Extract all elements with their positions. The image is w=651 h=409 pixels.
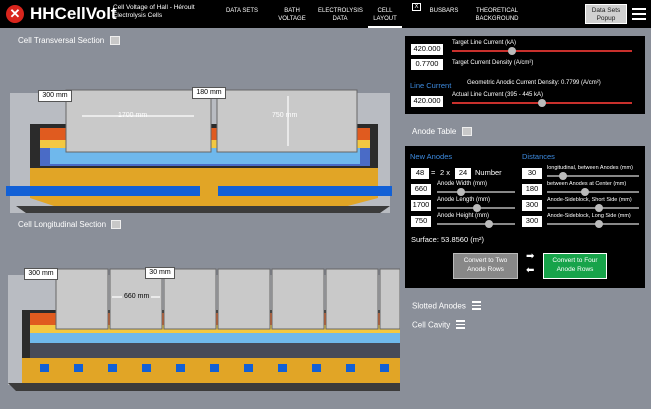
anode-length-label: Anode Length (mm) (437, 197, 491, 203)
slider-knob[interactable] (559, 172, 567, 180)
slider-knob[interactable] (508, 47, 516, 55)
anode-table-title: Anode Table (412, 127, 457, 136)
convert-four-rows-button[interactable]: Convert to Four Anode Rows (543, 253, 607, 279)
tab-data-sets[interactable]: DATA SETS (222, 4, 262, 28)
dist-longitudinal-slider[interactable] (547, 172, 639, 180)
current-density-input[interactable]: 0.7700 (411, 59, 443, 70)
line-current-slider[interactable] (452, 47, 632, 55)
slider-knob[interactable] (473, 204, 481, 212)
line-current-input[interactable]: 420.000 (411, 44, 443, 55)
data-sets-popup-button[interactable]: Data Sets Popup (585, 4, 627, 24)
anode-length-input[interactable]: 1700 (411, 200, 431, 211)
dist-center-label: between Anodes at Center (mm) (547, 181, 627, 187)
top-bar: ✕ HHCellVolt Cell Voltage of Hall - Héro… (0, 0, 651, 28)
list-icon[interactable] (472, 301, 482, 312)
cell-cavity-item[interactable]: Cell Cavity (412, 320, 466, 331)
dist-long-side-input[interactable]: 300 (522, 216, 542, 227)
anode-count-per-row[interactable]: 24 (455, 168, 471, 179)
convert-two-rows-button[interactable]: Convert to Two Anode Rows (453, 253, 518, 279)
slider-knob[interactable] (538, 99, 546, 107)
table-icon[interactable] (109, 36, 120, 46)
actual-current-slider[interactable] (452, 99, 632, 107)
dist-short-side-input[interactable]: 300 (522, 200, 542, 211)
dist-long-side-slider[interactable] (547, 220, 639, 228)
tab-bath-voltage[interactable]: BATH VOLTAGE (272, 4, 312, 28)
anode-length-slider[interactable] (437, 204, 515, 212)
rows-multiplier: 2 x (440, 168, 451, 177)
anode-height-label: Anode Height (mm) (437, 213, 490, 219)
longitudinal-diagram (8, 268, 400, 391)
slider-knob[interactable] (485, 220, 493, 228)
app-brand: HHCellVolt (30, 4, 117, 23)
dist-longitudinal-label: longitudinal, between Anodes (mm) (547, 165, 633, 171)
table-icon[interactable] (461, 127, 472, 137)
slider-knob[interactable] (595, 220, 603, 228)
tab-electrolysis-data[interactable]: ELECTROLYSIS DATA (318, 4, 363, 28)
transversal-title-row: Cell Transversal Section (18, 36, 120, 46)
actual-current-input[interactable]: 420.000 (411, 96, 443, 107)
transversal-title: Cell Transversal Section (18, 36, 105, 45)
slider-knob[interactable] (595, 204, 603, 212)
dist-long-side-label: Anode-Sideblock, Long Side (mm) (547, 213, 631, 219)
tab-cell-layout[interactable]: CELL LAYOUT (368, 4, 402, 28)
close-app-icon[interactable]: ✕ (6, 5, 24, 23)
dim-anode-length: 660 mm (122, 293, 152, 300)
slotted-anodes-label: Slotted Anodes (412, 301, 466, 311)
anode-height-input[interactable]: 750 (411, 216, 431, 227)
cell-cavity-label: Cell Cavity (412, 320, 451, 330)
table-icon[interactable] (111, 220, 122, 230)
arrow-left-icon: ⬅ (526, 265, 535, 276)
new-anodes-title: New Anodes (410, 152, 453, 161)
tab-close-icon[interactable]: X (412, 3, 421, 11)
geo-density-label: Geometric Anodic Current Density: 0.7799… (467, 80, 601, 86)
list-icon[interactable] (456, 320, 466, 331)
anode-count-total[interactable]: 48 (411, 168, 429, 179)
anode-width-slider[interactable] (437, 188, 515, 196)
anode-height-slider[interactable] (437, 220, 515, 228)
line-current-label: Target Line Current (kA) (452, 40, 517, 46)
surface-readout: Surface: 53.8560 (m²) (411, 235, 484, 244)
dist-longitudinal-input[interactable]: 30 (522, 168, 542, 179)
dist-center-input[interactable]: 180 (522, 184, 542, 195)
mode-label: Line Current (410, 81, 452, 90)
dist-short-side-label: Anode-Sideblock, Short Side (mm) (547, 197, 632, 203)
slider-knob[interactable] (457, 188, 465, 196)
dim-anode-width: 1700 mm (118, 112, 148, 119)
transversal-diagram (6, 89, 392, 213)
current-density-label: Target Current Density (A/cm²) (452, 60, 534, 66)
dim-anode-height: 750 mm (272, 112, 298, 119)
slotted-anodes-item[interactable]: Slotted Anodes (412, 301, 482, 312)
dist-short-side-slider[interactable] (547, 204, 639, 212)
app-subtitle: Cell Voltage of Hall - Héroult Electroly… (113, 4, 195, 19)
slider-knob[interactable] (581, 188, 589, 196)
tab-busbars[interactable]: BUSBARS (426, 4, 462, 28)
anode-table-title-row: Anode Table (412, 127, 472, 137)
equals-sign: = (431, 168, 436, 177)
dim-center-gap: 180 mm (192, 87, 226, 99)
anode-width-input[interactable]: 660 (411, 184, 431, 195)
dist-center-slider[interactable] (547, 188, 639, 196)
dim-end-gap: 300 mm (24, 268, 58, 280)
arrow-right-icon: ➡ (526, 251, 535, 262)
longitudinal-title: Cell Longitudinal Section (18, 220, 107, 229)
dim-left-gap: 300 mm (38, 90, 72, 102)
dim-between-gap: 30 mm (145, 267, 175, 279)
tab-theoretical-background[interactable]: THEORETICAL BACKGROUND (472, 4, 522, 28)
menu-icon[interactable] (632, 8, 646, 20)
number-label: Number (475, 168, 502, 177)
actual-current-label: Actual Line Current (395 - 445 kA) (452, 92, 544, 98)
anode-width-label: Anode Width (mm) (437, 181, 488, 187)
longitudinal-title-row: Cell Longitudinal Section (18, 220, 122, 230)
distances-title: Distances (522, 152, 555, 161)
